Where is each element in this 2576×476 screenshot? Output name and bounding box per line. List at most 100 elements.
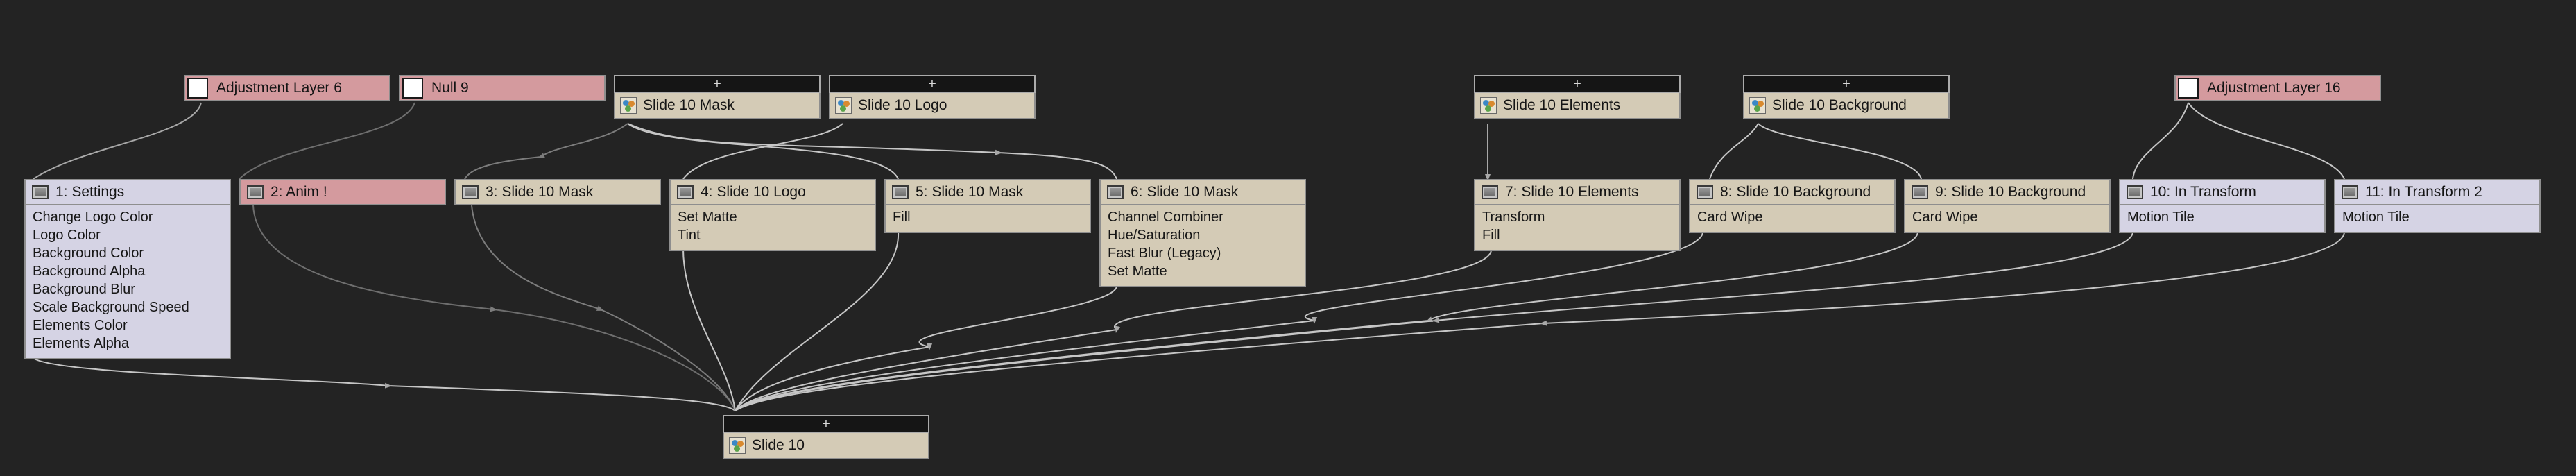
effect-item[interactable]: Elements Alpha bbox=[33, 334, 230, 352]
expand-bar[interactable]: + bbox=[1474, 75, 1681, 93]
node-layer-10-in-transform[interactable]: 10: In Transform Motion Tile bbox=[2119, 179, 2326, 233]
effect-item[interactable]: Tint bbox=[678, 226, 875, 244]
node-comp-slide-10-elements[interactable]: + Slide 10 Elements bbox=[1474, 75, 1681, 119]
effects-list: Motion Tile bbox=[2119, 205, 2326, 233]
wire-adj16-l11 bbox=[2188, 102, 2345, 180]
effects-list: Set Matte Tint bbox=[669, 205, 876, 251]
expand-bar[interactable]: + bbox=[1743, 75, 1950, 93]
node-adjustment-layer-16[interactable]: Adjustment Layer 16 bbox=[2174, 75, 2381, 101]
effect-item[interactable]: Card Wipe bbox=[1912, 208, 2109, 226]
node-layer-1-settings[interactable]: 1: Settings Change Logo Color Logo Color… bbox=[24, 179, 231, 359]
effect-item[interactable]: Change Logo Color bbox=[33, 208, 230, 226]
composition-icon bbox=[729, 437, 746, 454]
solid-color-swatch-icon bbox=[187, 78, 208, 99]
layer-icon bbox=[1107, 185, 1124, 199]
composition-icon bbox=[1480, 97, 1497, 114]
expand-plus-icon[interactable]: + bbox=[928, 77, 936, 91]
wire-l5-out bbox=[735, 231, 900, 411]
expand-bar[interactable]: + bbox=[614, 75, 821, 93]
effect-item[interactable]: Fill bbox=[893, 208, 1090, 226]
effect-item[interactable]: Card Wipe bbox=[1697, 208, 1894, 226]
layer-icon bbox=[2127, 185, 2143, 199]
node-comp-slide-10-background[interactable]: + Slide 10 Background bbox=[1743, 75, 1950, 119]
node-title: 10: In Transform bbox=[2150, 184, 2256, 200]
node-title: Slide 10 Mask bbox=[643, 97, 735, 113]
wire-adj16-l10 bbox=[2132, 102, 2189, 180]
node-title: Adjustment Layer 6 bbox=[216, 80, 342, 96]
wire-l11-out bbox=[735, 231, 2345, 411]
wire-logo-l4 bbox=[682, 123, 843, 180]
node-title: 4: Slide 10 Logo bbox=[701, 184, 806, 200]
node-title: Slide 10 Logo bbox=[858, 97, 947, 113]
solid-color-swatch-icon bbox=[402, 78, 423, 99]
wire-bg-l8 bbox=[1709, 123, 1759, 180]
node-layer-6-slide-10-mask[interactable]: 6: Slide 10 Mask Channel Combiner Hue/Sa… bbox=[1099, 179, 1306, 287]
expand-plus-icon[interactable]: + bbox=[822, 417, 830, 431]
node-layer-5-slide-10-mask[interactable]: 5: Slide 10 Mask Fill bbox=[884, 179, 1091, 233]
layer-icon bbox=[462, 185, 479, 199]
wire-l2-out bbox=[252, 205, 736, 411]
effect-item[interactable]: Fast Blur (Legacy) bbox=[1108, 244, 1305, 262]
node-title: Slide 10 Elements bbox=[1503, 97, 1621, 113]
node-layer-9-slide-10-background[interactable]: 9: Slide 10 Background Card Wipe bbox=[1904, 179, 2111, 233]
effect-item[interactable]: Hue/Saturation bbox=[1108, 226, 1305, 244]
effect-item[interactable]: Fill bbox=[1482, 226, 1679, 244]
effect-item[interactable]: Set Matte bbox=[678, 208, 875, 226]
effects-list: Channel Combiner Hue/Saturation Fast Blu… bbox=[1099, 205, 1306, 287]
wire-l9-out bbox=[735, 231, 1918, 411]
flowchart-canvas[interactable]: Adjustment Layer 6 Null 9 + Slide 10 Mas… bbox=[0, 0, 2576, 476]
node-title: 2: Anim ! bbox=[271, 184, 327, 200]
effect-item[interactable]: Background Blur bbox=[33, 280, 230, 298]
effect-item[interactable]: Logo Color bbox=[33, 226, 230, 244]
layer-icon bbox=[1697, 185, 1713, 199]
node-adjustment-layer-6[interactable]: Adjustment Layer 6 bbox=[184, 75, 390, 101]
node-layer-3-slide-10-mask[interactable]: 3: Slide 10 Mask bbox=[454, 179, 661, 205]
solid-color-swatch-icon bbox=[2178, 78, 2199, 99]
expand-bar[interactable]: + bbox=[829, 75, 1036, 93]
expand-bar[interactable]: + bbox=[723, 415, 929, 433]
node-title: 11: In Transform 2 bbox=[2365, 184, 2482, 200]
node-layer-8-slide-10-background[interactable]: 8: Slide 10 Background Card Wipe bbox=[1689, 179, 1896, 233]
composition-icon bbox=[835, 97, 852, 114]
node-title: 1: Settings bbox=[55, 184, 125, 200]
effect-item[interactable]: Scale Background Speed bbox=[33, 298, 230, 316]
wire-adj6-settings bbox=[33, 102, 202, 180]
effect-item[interactable]: Channel Combiner bbox=[1108, 208, 1305, 226]
node-title: Slide 10 Background bbox=[1772, 97, 1907, 113]
node-comp-slide-10-mask[interactable]: + Slide 10 Mask bbox=[614, 75, 821, 119]
effect-item[interactable]: Motion Tile bbox=[2127, 208, 2324, 226]
expand-plus-icon[interactable]: + bbox=[713, 77, 721, 91]
node-layer-7-slide-10-elements[interactable]: 7: Slide 10 Elements Transform Fill bbox=[1474, 179, 1681, 251]
effects-list: Change Logo Color Logo Color Background … bbox=[24, 205, 231, 359]
node-title: 3: Slide 10 Mask bbox=[486, 184, 594, 200]
wire-l10-out bbox=[735, 231, 2133, 411]
effect-item[interactable]: Elements Color bbox=[33, 316, 230, 334]
wire-mask-l6 bbox=[627, 123, 1117, 180]
composition-icon bbox=[620, 97, 637, 114]
wire-mask-l5 bbox=[627, 123, 899, 180]
node-null-9[interactable]: Null 9 bbox=[399, 75, 606, 101]
composition-icon bbox=[1749, 97, 1766, 114]
effect-item[interactable]: Motion Tile bbox=[2342, 208, 2539, 226]
node-title: 8: Slide 10 Background bbox=[1720, 184, 1871, 200]
node-layer-11-in-transform-2[interactable]: 11: In Transform 2 Motion Tile bbox=[2334, 179, 2541, 233]
node-title: 7: Slide 10 Elements bbox=[1505, 184, 1639, 200]
layer-icon bbox=[247, 185, 264, 199]
layer-icon bbox=[1482, 185, 1498, 199]
node-title: 9: Slide 10 Background bbox=[1935, 184, 2086, 200]
wire-l1-out bbox=[33, 357, 736, 411]
node-layer-2-anim[interactable]: 2: Anim ! bbox=[239, 179, 446, 205]
node-layer-4-slide-10-logo[interactable]: 4: Slide 10 Logo Set Matte Tint bbox=[669, 179, 876, 251]
node-comp-slide-10-logo[interactable]: + Slide 10 Logo bbox=[829, 75, 1036, 119]
effect-item[interactable]: Transform bbox=[1482, 208, 1679, 226]
layer-icon bbox=[2342, 185, 2358, 199]
layer-icon bbox=[677, 185, 694, 199]
expand-plus-icon[interactable]: + bbox=[1573, 77, 1581, 91]
effect-item[interactable]: Background Alpha bbox=[33, 262, 230, 280]
expand-plus-icon[interactable]: + bbox=[1842, 77, 1851, 91]
effects-list: Card Wipe bbox=[1904, 205, 2111, 233]
node-output-comp-slide-10[interactable]: + Slide 10 bbox=[723, 415, 929, 459]
effect-item[interactable]: Background Color bbox=[33, 244, 230, 262]
wire-mask-l3 bbox=[464, 123, 628, 180]
effect-item[interactable]: Set Matte bbox=[1108, 262, 1305, 280]
